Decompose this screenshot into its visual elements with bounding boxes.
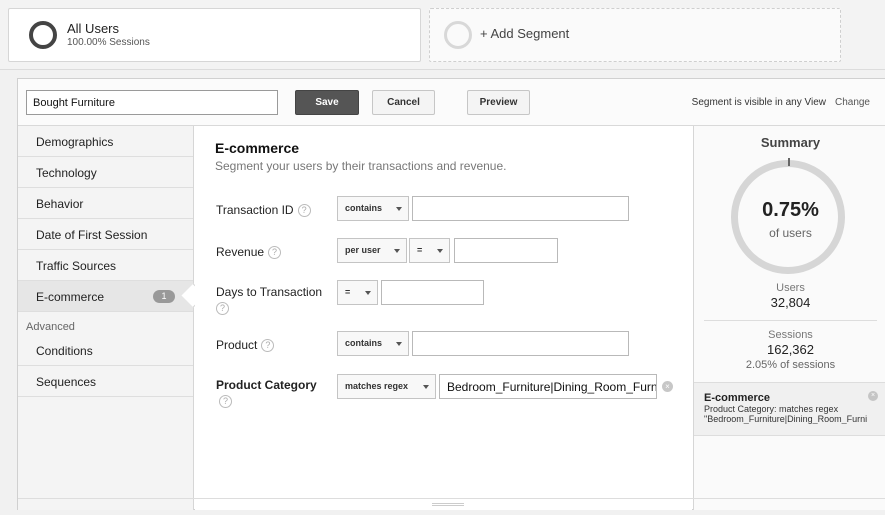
product-category-label: Product Category? [216, 378, 317, 408]
users-percent-label: of users [769, 226, 812, 240]
product-label: Product? [216, 338, 275, 353]
change-visibility-link[interactable]: Change [835, 97, 870, 108]
sessions-label: Sessions [768, 329, 813, 341]
revenue-scope-value: per user [345, 245, 381, 255]
summary-title: Summary [760, 135, 821, 150]
summary-panel: Summary 0.75% of users Users 32,804 Sess… [693, 126, 885, 510]
chevron-down-icon [437, 249, 443, 253]
ecommerce-form: E-commerce Segment your users by their t… [195, 126, 692, 510]
advanced-heading: Advanced [26, 321, 75, 333]
sessions-percent: 2.05% of sessions [745, 359, 836, 371]
days-to-transaction-text: Days to Transaction [216, 285, 323, 299]
chevron-down-icon [396, 207, 402, 211]
resize-handle[interactable] [432, 503, 464, 506]
cancel-button[interactable]: Cancel [372, 90, 435, 115]
chevron-down-icon [423, 385, 429, 389]
nav-item-ecommerce[interactable]: E-commerce 1 [18, 281, 206, 312]
sessions-value: 162,362 [767, 342, 814, 357]
remove-filter-icon[interactable]: × [868, 391, 878, 401]
nav-item-traffic-sources[interactable]: Traffic Sources [18, 250, 193, 281]
nav-item-demographics[interactable]: Demographics [18, 126, 193, 157]
empty-segment-ring-icon [444, 21, 472, 49]
product-input[interactable] [412, 331, 629, 356]
product-category-operator-value: matches regex [345, 381, 409, 391]
chevron-down-icon [396, 342, 402, 346]
transaction-id-label: Transaction ID? [216, 203, 311, 218]
preview-button[interactable]: Preview [467, 90, 530, 115]
transaction-id-operator-value: contains [345, 203, 383, 213]
editor-toolbar: Save Cancel Preview Segment is visible i… [18, 79, 885, 126]
segment-editor-screen: All Users 100.00% Sessions + Add Segment… [0, 0, 885, 515]
help-icon[interactable]: ? [219, 395, 232, 408]
visibility-text: Segment is visible in any View [691, 97, 826, 108]
days-to-transaction-label: Days to Transaction? [216, 285, 322, 315]
form-description: Segment your users by their transactions… [215, 159, 507, 173]
form-title: E-commerce [215, 140, 300, 156]
revenue-label: Revenue? [216, 245, 282, 260]
segment-ring-icon [29, 21, 57, 49]
days-to-transaction-input[interactable] [381, 280, 484, 305]
help-icon[interactable]: ? [216, 302, 229, 315]
panel-footer-divider [18, 498, 885, 499]
category-nav: Demographics Technology Behavior Date of… [18, 126, 206, 510]
help-icon[interactable]: ? [268, 246, 282, 260]
summary-divider [704, 320, 877, 321]
transaction-id-text: Transaction ID [216, 203, 294, 217]
filter-line-2: "Bedroom_Furniture|Dining_Room_Furni [704, 414, 868, 424]
chevron-down-icon [394, 249, 400, 253]
days-operator-select[interactable]: = [337, 280, 378, 305]
product-category-input[interactable]: Bedroom_Furniture|Dining_Room_Furni [439, 374, 657, 399]
filter-title: E-commerce [704, 392, 771, 404]
revenue-operator-value: = [417, 245, 423, 255]
revenue-scope-select[interactable]: per user [337, 238, 407, 263]
segment-title: All Users [67, 21, 120, 36]
nav-item-behavior[interactable]: Behavior [18, 188, 193, 219]
product-category-text: Product Category [216, 378, 317, 392]
transaction-id-input[interactable] [412, 196, 629, 221]
segment-editor-panel: Save Cancel Preview Segment is visible i… [17, 78, 885, 510]
nav-item-sequences[interactable]: Sequences [18, 366, 193, 397]
product-operator-select[interactable]: contains [337, 331, 409, 356]
nav-item-technology[interactable]: Technology [18, 157, 193, 188]
transaction-id-operator-select[interactable]: contains [337, 196, 409, 221]
help-icon[interactable]: ? [297, 204, 311, 218]
revenue-operator-select[interactable]: = [409, 238, 450, 263]
segment-all-users[interactable]: All Users 100.00% Sessions [8, 8, 421, 62]
add-segment-label: + Add Segment [480, 26, 570, 41]
chevron-down-icon [365, 291, 371, 295]
users-percent: 0.75% [762, 199, 819, 221]
segment-bar: All Users 100.00% Sessions + Add Segment [0, 0, 885, 70]
remove-condition-icon[interactable]: × [662, 381, 673, 392]
segment-name-input[interactable] [26, 90, 278, 115]
nav-item-date-of-first-session[interactable]: Date of First Session [18, 219, 193, 250]
product-operator-value: contains [345, 338, 383, 348]
revenue-text: Revenue [216, 245, 265, 259]
add-segment-button[interactable]: + Add Segment [429, 8, 841, 62]
users-value: 32,804 [770, 295, 811, 310]
days-operator-value: = [345, 287, 351, 297]
active-filter-card: E-commerce Product Category: matches reg… [694, 382, 885, 436]
save-button[interactable]: Save [295, 90, 359, 115]
nav-item-conditions[interactable]: Conditions [18, 335, 193, 366]
product-category-operator-select[interactable]: matches regex [337, 374, 436, 399]
condition-count-badge: 1 [153, 290, 175, 303]
nav-item-label: E-commerce [36, 290, 105, 304]
filter-line-1: Product Category: matches regex [704, 404, 839, 414]
help-icon[interactable]: ? [261, 339, 275, 353]
segment-subtitle: 100.00% Sessions [67, 37, 150, 48]
product-text: Product [216, 338, 258, 352]
revenue-input[interactable] [454, 238, 558, 263]
users-label: Users [776, 282, 805, 294]
gauge-marker [788, 158, 790, 166]
